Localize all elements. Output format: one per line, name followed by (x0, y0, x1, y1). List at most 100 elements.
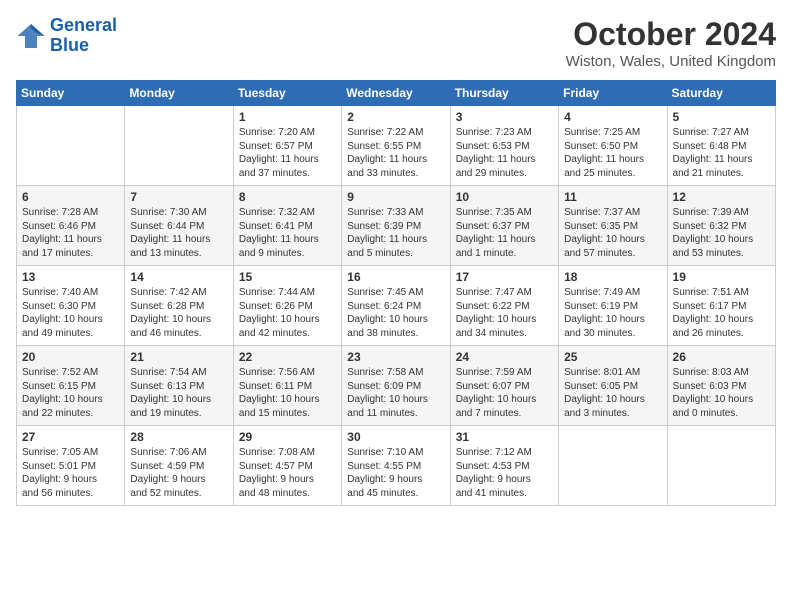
day-info-line: Sunset: 6:37 PM (456, 220, 553, 234)
day-number: 31 (456, 430, 553, 444)
calendar-cell: 10Sunrise: 7:35 AMSunset: 6:37 PMDayligh… (450, 186, 558, 266)
day-info-line: Daylight: 10 hours (130, 393, 227, 407)
day-info-line: Sunrise: 7:44 AM (239, 286, 336, 300)
day-info-line: Daylight: 11 hours (564, 153, 661, 167)
day-info-line: and 53 minutes. (673, 247, 770, 261)
day-number: 8 (239, 190, 336, 204)
day-info-line: Sunset: 6:55 PM (347, 140, 444, 154)
day-info-line: Sunset: 6:05 PM (564, 380, 661, 394)
calendar-cell: 31Sunrise: 7:12 AMSunset: 4:53 PMDayligh… (450, 426, 558, 506)
day-info-line: Daylight: 10 hours (564, 313, 661, 327)
day-info-line: and 56 minutes. (22, 487, 119, 501)
calendar-cell: 21Sunrise: 7:54 AMSunset: 6:13 PMDayligh… (125, 346, 233, 426)
day-info-line: and 1 minute. (456, 247, 553, 261)
day-info-line: Sunrise: 7:05 AM (22, 446, 119, 460)
day-info-line: Sunset: 6:19 PM (564, 300, 661, 314)
header-day-sunday: Sunday (17, 81, 125, 106)
day-info-line: Sunset: 4:53 PM (456, 460, 553, 474)
day-info-line: and 45 minutes. (347, 487, 444, 501)
day-info-line: Sunset: 6:57 PM (239, 140, 336, 154)
calendar-cell: 5Sunrise: 7:27 AMSunset: 6:48 PMDaylight… (667, 106, 775, 186)
day-info-line: Sunrise: 7:32 AM (239, 206, 336, 220)
page-header: General Blue October 2024 Wiston, Wales,… (16, 16, 776, 70)
day-number: 17 (456, 270, 553, 284)
calendar-cell: 24Sunrise: 7:59 AMSunset: 6:07 PMDayligh… (450, 346, 558, 426)
day-info-line: Daylight: 10 hours (347, 393, 444, 407)
day-info-line: and 0 minutes. (673, 407, 770, 421)
day-info-line: and 13 minutes. (130, 247, 227, 261)
day-info-line: Sunset: 4:57 PM (239, 460, 336, 474)
day-number: 15 (239, 270, 336, 284)
calendar-cell: 1Sunrise: 7:20 AMSunset: 6:57 PMDaylight… (233, 106, 341, 186)
day-info-line: Sunset: 6:26 PM (239, 300, 336, 314)
day-info-line: Daylight: 11 hours (22, 233, 119, 247)
day-info-line: Sunset: 6:30 PM (22, 300, 119, 314)
day-number: 30 (347, 430, 444, 444)
day-info-line: Sunrise: 7:42 AM (130, 286, 227, 300)
calendar-cell (667, 426, 775, 506)
day-number: 13 (22, 270, 119, 284)
day-info-line: Sunrise: 7:12 AM (456, 446, 553, 460)
day-number: 1 (239, 110, 336, 124)
day-info-line: and 37 minutes. (239, 167, 336, 181)
day-info-line: and 41 minutes. (456, 487, 553, 501)
day-info-line: Daylight: 9 hours (130, 473, 227, 487)
calendar-cell: 11Sunrise: 7:37 AMSunset: 6:35 PMDayligh… (559, 186, 667, 266)
calendar-week-4: 20Sunrise: 7:52 AMSunset: 6:15 PMDayligh… (17, 346, 776, 426)
day-number: 19 (673, 270, 770, 284)
day-info-line: Sunrise: 7:45 AM (347, 286, 444, 300)
calendar-cell (17, 106, 125, 186)
day-number: 29 (239, 430, 336, 444)
day-info-line: Sunset: 6:32 PM (673, 220, 770, 234)
day-info-line: Sunrise: 7:06 AM (130, 446, 227, 460)
day-info-line: Sunset: 6:35 PM (564, 220, 661, 234)
day-number: 23 (347, 350, 444, 364)
day-number: 26 (673, 350, 770, 364)
day-info-line: and 17 minutes. (22, 247, 119, 261)
day-info-line: Sunrise: 8:03 AM (673, 366, 770, 380)
day-info-line: Sunrise: 7:37 AM (564, 206, 661, 220)
header-day-saturday: Saturday (667, 81, 775, 106)
day-number: 22 (239, 350, 336, 364)
calendar-cell: 15Sunrise: 7:44 AMSunset: 6:26 PMDayligh… (233, 266, 341, 346)
day-info-line: Daylight: 10 hours (130, 313, 227, 327)
calendar-cell: 7Sunrise: 7:30 AMSunset: 6:44 PMDaylight… (125, 186, 233, 266)
calendar-table: SundayMondayTuesdayWednesdayThursdayFrid… (16, 80, 776, 506)
header-row: SundayMondayTuesdayWednesdayThursdayFrid… (17, 81, 776, 106)
day-info-line: and 38 minutes. (347, 327, 444, 341)
day-info-line: Daylight: 10 hours (456, 393, 553, 407)
header-day-friday: Friday (559, 81, 667, 106)
day-info-line: Daylight: 9 hours (22, 473, 119, 487)
day-info-line: Sunrise: 7:54 AM (130, 366, 227, 380)
day-info-line: and 9 minutes. (239, 247, 336, 261)
day-info-line: Sunrise: 7:25 AM (564, 126, 661, 140)
day-info-line: Sunset: 6:11 PM (239, 380, 336, 394)
day-info-line: Sunset: 6:53 PM (456, 140, 553, 154)
calendar-cell: 19Sunrise: 7:51 AMSunset: 6:17 PMDayligh… (667, 266, 775, 346)
calendar-cell: 25Sunrise: 8:01 AMSunset: 6:05 PMDayligh… (559, 346, 667, 426)
month-title: October 2024 (566, 16, 776, 53)
day-info-line: Daylight: 11 hours (130, 233, 227, 247)
day-info-line: Sunset: 6:15 PM (22, 380, 119, 394)
day-info-line: and 5 minutes. (347, 247, 444, 261)
day-info-line: Daylight: 10 hours (564, 233, 661, 247)
day-info-line: Sunrise: 7:28 AM (22, 206, 119, 220)
calendar-cell: 30Sunrise: 7:10 AMSunset: 4:55 PMDayligh… (342, 426, 450, 506)
calendar-week-1: 1Sunrise: 7:20 AMSunset: 6:57 PMDaylight… (17, 106, 776, 186)
day-number: 16 (347, 270, 444, 284)
calendar-cell: 12Sunrise: 7:39 AMSunset: 6:32 PMDayligh… (667, 186, 775, 266)
calendar-cell: 8Sunrise: 7:32 AMSunset: 6:41 PMDaylight… (233, 186, 341, 266)
day-info-line: Sunrise: 7:49 AM (564, 286, 661, 300)
day-info-line: and 52 minutes. (130, 487, 227, 501)
day-info-line: Sunrise: 7:39 AM (673, 206, 770, 220)
day-info-line: Daylight: 10 hours (673, 313, 770, 327)
day-info-line: Sunset: 6:28 PM (130, 300, 227, 314)
day-info-line: Daylight: 11 hours (239, 153, 336, 167)
day-number: 27 (22, 430, 119, 444)
day-info-line: Sunrise: 7:40 AM (22, 286, 119, 300)
day-number: 7 (130, 190, 227, 204)
day-info-line: Daylight: 10 hours (456, 313, 553, 327)
day-info-line: Sunrise: 8:01 AM (564, 366, 661, 380)
calendar-cell: 20Sunrise: 7:52 AMSunset: 6:15 PMDayligh… (17, 346, 125, 426)
calendar-cell: 2Sunrise: 7:22 AMSunset: 6:55 PMDaylight… (342, 106, 450, 186)
